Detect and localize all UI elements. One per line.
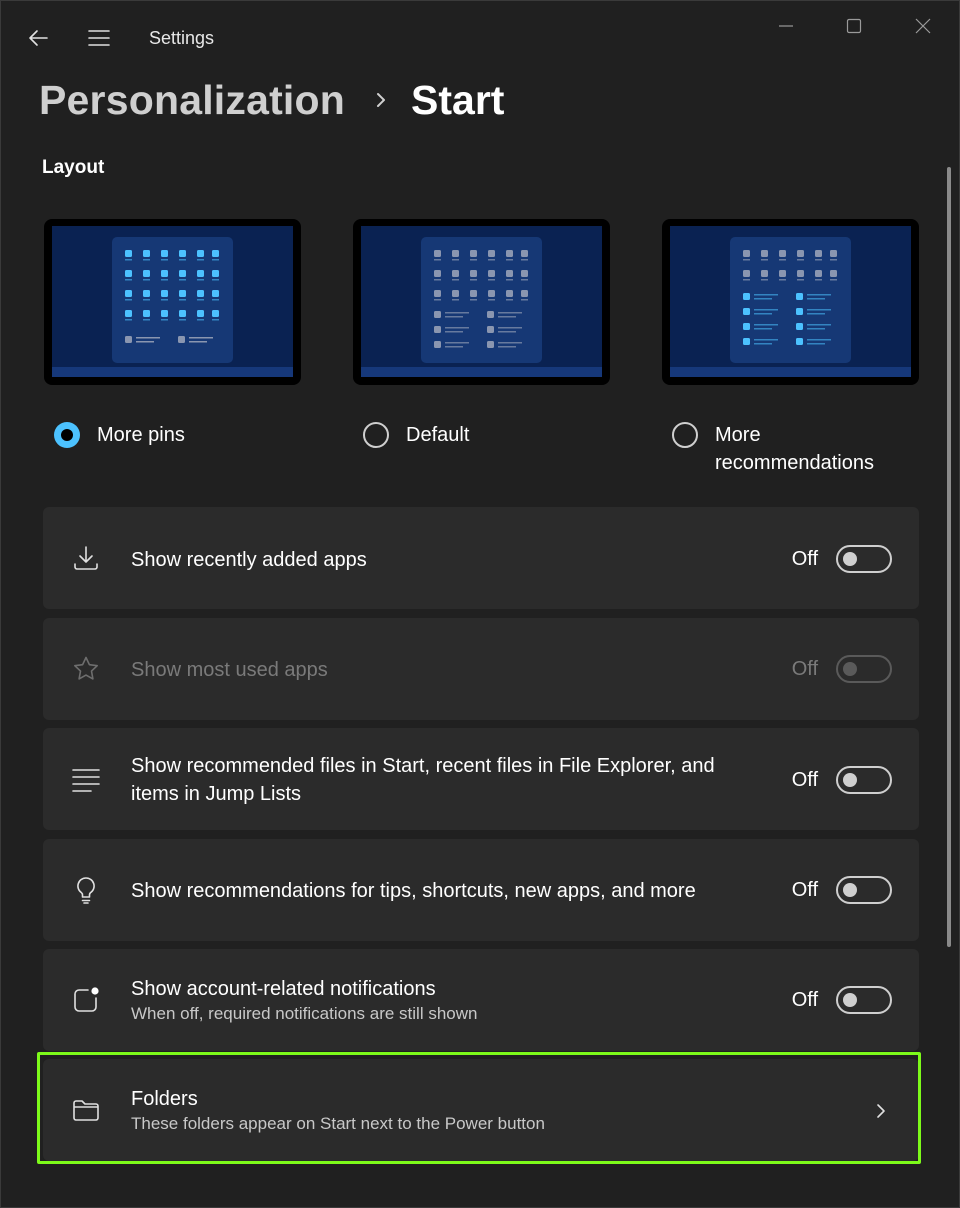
maximize-button[interactable] — [831, 13, 877, 41]
toggle-switch-disabled — [836, 655, 892, 683]
lightbulb-icon — [77, 877, 95, 904]
toggle-state-label: Off — [791, 879, 818, 901]
breadcrumb: Personalization Start — [39, 73, 504, 127]
maximize-icon — [846, 18, 862, 34]
download-icon — [74, 546, 98, 570]
setting-text: Show recommended files in Start, recent … — [131, 752, 761, 808]
layout-preview-more-pins[interactable] — [44, 219, 301, 385]
setting-text: Show recommendations for tips, shortcuts… — [131, 877, 761, 905]
title-bar: Settings — [1, 1, 959, 75]
setting-text: Show recently added apps — [131, 546, 761, 574]
breadcrumb-parent-link[interactable]: Personalization — [39, 77, 345, 124]
setting-most-used-apps: Show most used apps Off — [43, 618, 919, 720]
layout-section-title: Layout — [42, 157, 105, 178]
setting-title: Show account-related notifications — [131, 978, 436, 1000]
setting-account-notifications: Show account-related notifications When … — [43, 949, 919, 1051]
minimize-button[interactable] — [763, 13, 809, 41]
preview-screen — [52, 226, 293, 377]
preview-screen — [361, 226, 602, 377]
setting-tips-recommendations: Show recommendations for tips, shortcuts… — [43, 839, 919, 941]
setting-recommended-files: Show recommended files in Start, recent … — [43, 728, 919, 830]
preview-start-menu — [730, 237, 851, 363]
setting-title: Show recommended files in Start, recent … — [131, 755, 715, 805]
app-title: Settings — [149, 28, 215, 48]
settings-window: Settings Personalization Start Layout Mo… — [0, 0, 960, 1208]
notification-icon — [74, 987, 99, 1012]
setting-title: Show recently added apps — [131, 549, 367, 571]
toggle-switch[interactable] — [836, 766, 892, 794]
preview-start-menu — [421, 237, 542, 363]
setting-text: Show most used apps — [131, 656, 761, 684]
setting-title: Show most used apps — [131, 659, 328, 681]
preview-start-menu — [112, 237, 233, 363]
setting-description: When off, required notifications are sti… — [131, 1004, 478, 1023]
setting-recently-added-apps: Show recently added apps Off — [43, 507, 919, 609]
layout-option-more-pins[interactable]: More pins — [54, 421, 185, 449]
page-title: Start — [411, 76, 505, 123]
setting-title: Show recommendations for tips, shortcuts… — [131, 880, 696, 902]
radio-button-selected[interactable] — [54, 422, 80, 448]
list-icon — [72, 769, 100, 792]
more-pins-preview-icon — [125, 250, 219, 343]
preview-screen — [670, 226, 911, 377]
scrollbar-thumb[interactable] — [947, 167, 951, 947]
radio-label: More pins — [97, 424, 185, 446]
close-icon — [915, 18, 931, 34]
close-button[interactable] — [900, 13, 946, 41]
toggle-state-label: Off — [791, 658, 818, 680]
toggle-switch[interactable] — [836, 876, 892, 904]
default-preview-icon — [434, 250, 528, 348]
toggle-switch[interactable] — [836, 986, 892, 1014]
radio-label: Default — [406, 424, 470, 446]
chevron-right-icon — [377, 93, 386, 107]
layout-option-more-recommendations[interactable]: More recommendations — [672, 421, 915, 477]
toggle-state-label: Off — [791, 989, 818, 1011]
toggle-state-label: Off — [791, 548, 818, 570]
radio-button[interactable] — [363, 422, 389, 448]
minimize-icon — [779, 25, 793, 27]
star-icon — [74, 656, 98, 680]
layout-option-default[interactable]: Default — [363, 421, 469, 449]
layout-preview-default[interactable] — [353, 219, 610, 385]
radio-label: More recommendations — [715, 424, 874, 474]
toggle-switch[interactable] — [836, 545, 892, 573]
hamburger-menu-icon[interactable] — [87, 26, 111, 50]
layout-preview-more-recommendations[interactable] — [662, 219, 919, 385]
setting-text: Show account-related notifications When … — [131, 975, 761, 1025]
toggle-state-label: Off — [791, 769, 818, 791]
radio-button[interactable] — [672, 422, 698, 448]
preview-taskbar — [361, 367, 602, 377]
preview-taskbar — [670, 367, 911, 377]
folders-highlight-box — [37, 1052, 921, 1164]
more-recommendations-preview-icon — [743, 250, 837, 345]
back-arrow-icon[interactable] — [27, 26, 51, 50]
preview-taskbar — [52, 367, 293, 377]
